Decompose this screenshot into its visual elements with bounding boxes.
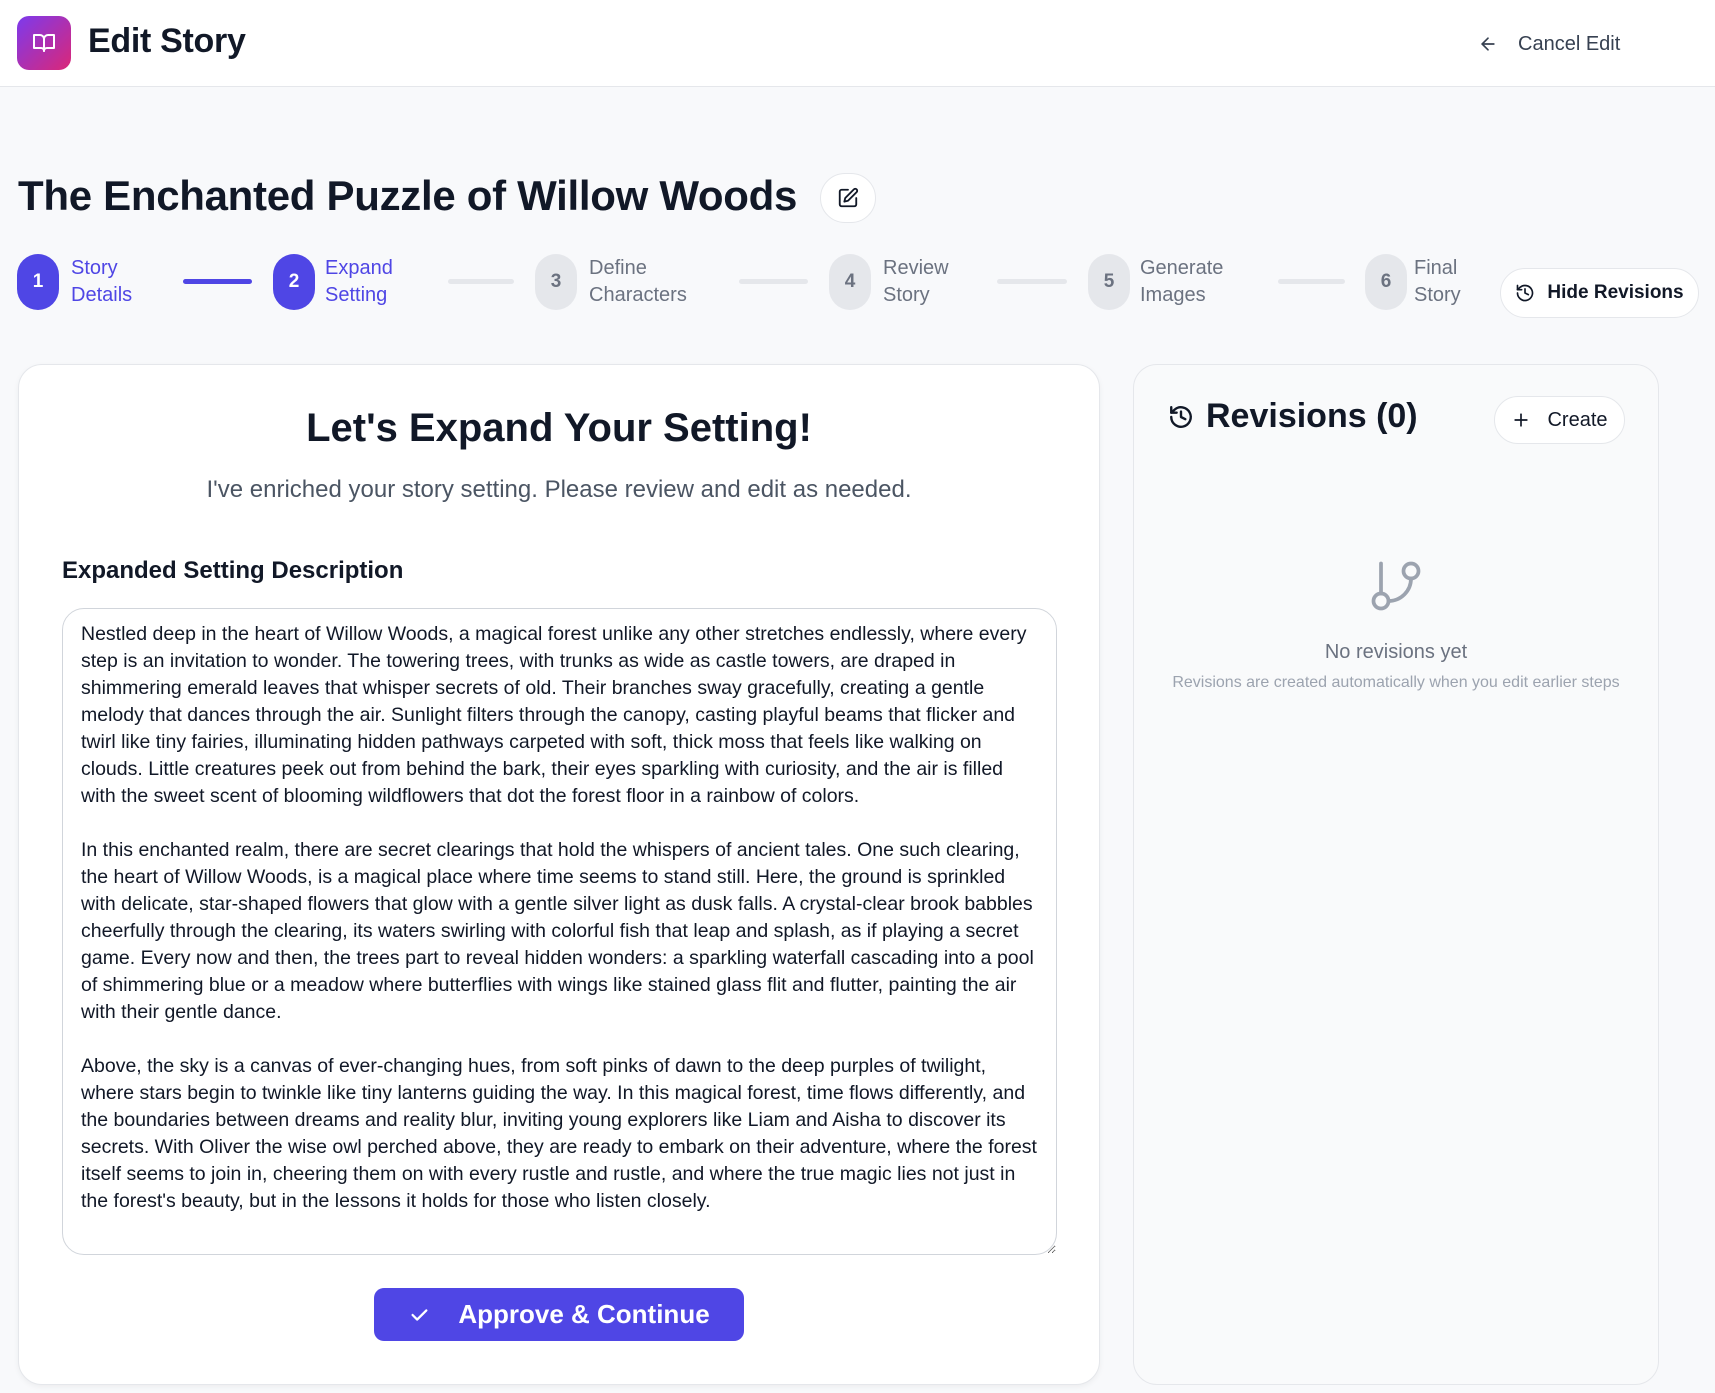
hide-revisions-button[interactable]: Hide Revisions xyxy=(1500,268,1699,318)
step-connector-5 xyxy=(1278,279,1345,284)
revisions-title: Revisions (0) xyxy=(1206,397,1418,435)
step-1-label[interactable]: Story Details xyxy=(71,255,132,309)
top-bar: Edit Story Cancel Edit xyxy=(0,0,1715,87)
step-connector-2 xyxy=(448,279,514,284)
step-3-number[interactable]: 3 xyxy=(535,254,577,310)
step-3-label[interactable]: Define Characters xyxy=(589,255,687,309)
step-connector-4 xyxy=(997,279,1067,284)
setting-description-textarea[interactable]: Nestled deep in the heart of Willow Wood… xyxy=(62,608,1057,1255)
step-4-label-line2: Story xyxy=(883,284,930,306)
app-logo xyxy=(17,16,71,70)
step-1-label-line1: Story xyxy=(71,257,118,279)
step-connector-1 xyxy=(183,279,252,284)
step-4-number[interactable]: 4 xyxy=(829,254,871,310)
step-4-label[interactable]: Review Story xyxy=(883,255,949,309)
create-revision-button[interactable]: Create xyxy=(1494,396,1625,444)
app-title: Edit Story xyxy=(88,22,246,60)
step-5-number[interactable]: 5 xyxy=(1088,254,1130,310)
revisions-header: Revisions (0) xyxy=(1168,397,1418,436)
step-2-label-line1: Expand xyxy=(325,257,393,279)
setting-subheading: I've enriched your story setting. Please… xyxy=(206,476,912,503)
arrow-left-icon xyxy=(1481,37,1495,51)
history-icon xyxy=(1517,284,1534,302)
hide-revisions-label: Hide Revisions xyxy=(1547,282,1684,303)
step-3-label-line2: Characters xyxy=(589,284,687,306)
step-1-number[interactable]: 1 xyxy=(17,254,59,310)
step-5-label[interactable]: Generate Images xyxy=(1140,255,1223,309)
step-3-label-line1: Define xyxy=(589,257,647,279)
setting-heading: Let's Expand Your Setting! xyxy=(306,406,812,450)
step-2-number[interactable]: 2 xyxy=(273,254,315,310)
git-branch-icon xyxy=(1371,561,1421,611)
step-connector-3 xyxy=(739,279,808,284)
step-4-label-line1: Review xyxy=(883,257,949,279)
book-open-icon xyxy=(33,34,55,52)
step-6-label-line1: Final xyxy=(1414,257,1458,279)
approve-continue-label: Approve & Continue xyxy=(458,1299,710,1329)
story-title: The Enchanted Puzzle of Willow Woods xyxy=(18,172,798,219)
history-icon xyxy=(1170,405,1192,428)
no-revisions-subtitle: Revisions are created automatically when… xyxy=(1172,674,1620,691)
step-1-label-line2: Details xyxy=(71,284,133,306)
step-2-label[interactable]: Expand Setting xyxy=(325,255,393,309)
plus-icon xyxy=(1514,413,1529,427)
step-6-number[interactable]: 6 xyxy=(1365,254,1407,310)
cancel-edit-label: Cancel Edit xyxy=(1518,32,1621,55)
approve-continue-button[interactable]: Approve & Continue xyxy=(374,1288,744,1341)
step-2-label-line2: Setting xyxy=(325,284,388,306)
step-6-label-line2: Story xyxy=(1414,284,1461,306)
create-revision-label: Create xyxy=(1547,408,1608,431)
edit-icon xyxy=(838,187,859,208)
cancel-edit-button[interactable]: Cancel Edit xyxy=(1478,24,1620,64)
step-5-label-line2: Images xyxy=(1140,284,1206,306)
check-icon xyxy=(411,1308,428,1321)
setting-field-label: Expanded Setting Description xyxy=(62,557,404,584)
no-revisions-title: No revisions yet xyxy=(1324,641,1468,663)
edit-title-button[interactable] xyxy=(820,173,876,223)
step-5-label-line1: Generate xyxy=(1140,257,1224,279)
revisions-panel xyxy=(1133,364,1659,1385)
step-6-label[interactable]: Final Story xyxy=(1414,255,1461,309)
